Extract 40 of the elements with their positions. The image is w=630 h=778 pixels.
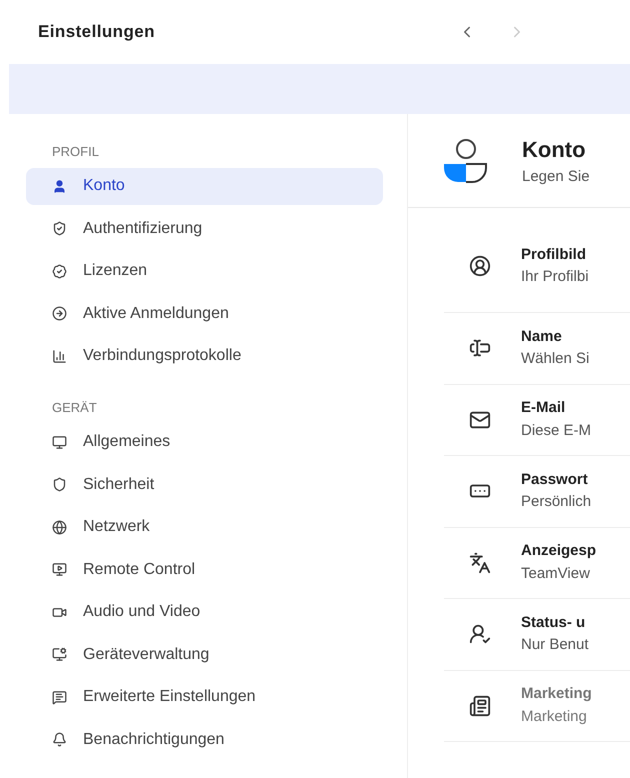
user-circle-icon	[469, 255, 491, 277]
window-title: Einstellungen	[38, 21, 156, 44]
monitor-play-icon	[52, 562, 67, 577]
bar-chart-icon	[52, 348, 67, 364]
shield-icon	[52, 221, 67, 236]
globe-icon	[52, 520, 67, 534]
settings-row[interactable]: Anzeigesp TeamView	[521, 540, 596, 586]
badge-check-icon	[52, 264, 67, 278]
monitor-gear-icon	[52, 647, 67, 662]
sidebar-item[interactable]: Konto	[26, 168, 383, 204]
monitor-icon	[52, 434, 67, 450]
page-title: Konto	[522, 136, 587, 164]
sidebar-item[interactable]: Geräteverwaltung	[26, 636, 383, 673]
page-subtitle: Legen Sie	[522, 166, 590, 187]
section-label: PROFIL	[52, 143, 100, 161]
message-icon	[52, 690, 67, 704]
arrow-circle-icon	[52, 306, 67, 321]
settings-row[interactable]: Profilbild Ihr Profilbi	[521, 244, 589, 288]
sidebar-item[interactable]: Erweiterte Einstellungen	[26, 678, 383, 716]
newspaper-icon	[469, 694, 491, 717]
sidebar-item[interactable]: Sicherheit	[26, 466, 383, 503]
text-cursor-icon	[469, 337, 491, 360]
sidebar-item[interactable]: Netzwerk	[26, 508, 383, 546]
sidebar-item[interactable]: Audio und Video	[26, 594, 383, 630]
shield-icon	[52, 477, 67, 492]
settings-row[interactable]: Name Wählen Si	[521, 326, 590, 371]
bell-icon	[52, 732, 67, 747]
person-icon	[52, 178, 67, 194]
sidebar-item[interactable]: Lizenzen	[26, 252, 383, 290]
sidebar-item[interactable]: Verbindungsprotokolle	[26, 338, 383, 374]
settings-row[interactable]: Status- u Nur Benut	[521, 612, 589, 657]
sidebar-item[interactable]: Authentifizierung	[26, 210, 383, 247]
section-label: GERÄT	[52, 399, 98, 417]
settings-row[interactable]: E-Mail Diese E-M	[521, 397, 592, 442]
sidebar-item[interactable]: Allgemeines	[26, 424, 383, 460]
sidebar-item[interactable]: Remote Control	[26, 551, 383, 588]
sidebar-item[interactable]: Benachrichtigungen	[26, 721, 383, 758]
sidebar-item[interactable]: Aktive Anmeldungen	[26, 295, 383, 332]
language-icon	[469, 552, 491, 574]
settings-row[interactable]: Passwort Persönlich	[521, 468, 592, 514]
